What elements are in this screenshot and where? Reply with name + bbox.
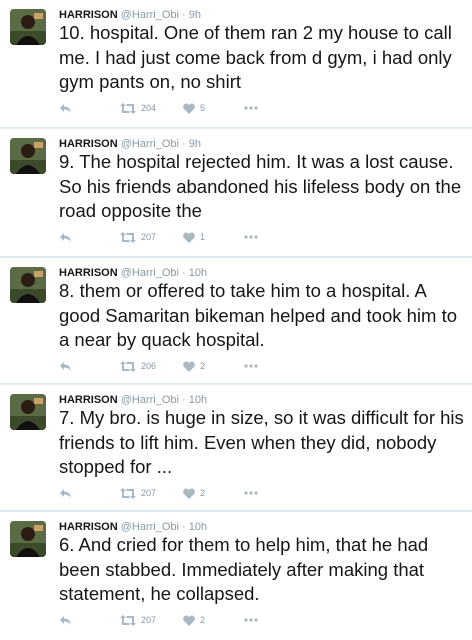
like-button[interactable]: 5 bbox=[183, 100, 205, 116]
timestamp[interactable]: 10h bbox=[189, 521, 207, 533]
tweet-actions: 204 5 bbox=[59, 100, 319, 116]
reply-icon bbox=[59, 488, 72, 499]
retweet-button[interactable]: 206 bbox=[120, 358, 156, 374]
avatar[interactable] bbox=[10, 267, 46, 303]
separator-dot: · bbox=[182, 138, 186, 150]
tweet-header: HARRISON @Harri_Obi · 10h bbox=[59, 266, 207, 280]
timestamp[interactable]: 10h bbox=[189, 267, 207, 279]
user-handle[interactable]: @Harri_Obi bbox=[121, 521, 179, 533]
display-name[interactable]: HARRISON bbox=[59, 267, 118, 279]
user-handle[interactable]: @Harri_Obi bbox=[121, 9, 179, 21]
tweet-header: HARRISON @Harri_Obi · 9h bbox=[59, 8, 201, 22]
more-icon bbox=[244, 364, 258, 368]
tweet[interactable]: HARRISON @Harri_Obi · 10h 8. them or off… bbox=[0, 258, 472, 384]
reply-button[interactable] bbox=[59, 358, 72, 374]
tweet-header: HARRISON @Harri_Obi · 10h bbox=[59, 520, 207, 534]
like-count: 2 bbox=[200, 361, 206, 371]
user-handle[interactable]: @Harri_Obi bbox=[121, 138, 179, 150]
like-button[interactable]: 2 bbox=[183, 612, 205, 628]
avatar[interactable] bbox=[10, 9, 46, 45]
more-button[interactable] bbox=[244, 229, 258, 245]
tweet-actions: 206 2 bbox=[59, 358, 319, 374]
retweet-count: 207 bbox=[141, 615, 157, 625]
retweet-button[interactable]: 207 bbox=[120, 612, 156, 628]
tweet-text: 9. The hospital rejected him. It was a l… bbox=[59, 151, 462, 221]
heart-icon bbox=[183, 231, 195, 243]
tweet[interactable]: HARRISON @Harri_Obi · 9h 10. hospital. O… bbox=[0, 0, 472, 128]
reply-icon bbox=[59, 232, 72, 243]
retweet-icon bbox=[120, 102, 136, 114]
user-handle[interactable]: @Harri_Obi bbox=[121, 267, 179, 279]
reply-button[interactable] bbox=[59, 485, 72, 501]
tweet-header: HARRISON @Harri_Obi · 9h bbox=[59, 137, 201, 151]
more-icon bbox=[244, 235, 258, 239]
tweet-actions: 207 2 bbox=[59, 485, 319, 501]
heart-icon bbox=[183, 102, 195, 114]
retweet-count: 207 bbox=[141, 488, 157, 498]
separator-dot: · bbox=[182, 394, 186, 406]
retweet-button[interactable]: 207 bbox=[120, 485, 156, 501]
retweet-icon bbox=[120, 614, 136, 626]
retweet-count: 207 bbox=[141, 232, 157, 242]
more-icon bbox=[244, 106, 258, 110]
reply-icon bbox=[59, 615, 72, 626]
like-button[interactable]: 2 bbox=[183, 485, 205, 501]
tweet-header: HARRISON @Harri_Obi · 10h bbox=[59, 393, 207, 407]
like-count: 2 bbox=[200, 488, 206, 498]
reply-button[interactable] bbox=[59, 612, 72, 628]
tweet-actions: 207 2 bbox=[59, 612, 319, 628]
tweet-text: 6. And cried for them to help him, that … bbox=[59, 534, 429, 604]
like-count: 5 bbox=[200, 103, 206, 113]
user-handle[interactable]: @Harri_Obi bbox=[121, 394, 179, 406]
more-button[interactable] bbox=[244, 358, 258, 374]
timestamp[interactable]: 9h bbox=[189, 9, 201, 21]
heart-icon bbox=[183, 614, 195, 626]
timestamp[interactable]: 10h bbox=[189, 394, 207, 406]
retweet-button[interactable]: 204 bbox=[120, 100, 156, 116]
separator-dot: · bbox=[182, 9, 186, 21]
display-name[interactable]: HARRISON bbox=[59, 521, 118, 533]
reply-icon bbox=[59, 103, 72, 114]
display-name[interactable]: HARRISON bbox=[59, 394, 118, 406]
heart-icon bbox=[183, 487, 195, 499]
tweet[interactable]: HARRISON @Harri_Obi · 9h 9. The hospital… bbox=[0, 129, 472, 257]
like-button[interactable]: 2 bbox=[183, 358, 205, 374]
tweet[interactable]: HARRISON @Harri_Obi · 10h 6. And cried f… bbox=[0, 512, 472, 640]
display-name[interactable]: HARRISON bbox=[59, 138, 118, 150]
more-button[interactable] bbox=[244, 485, 258, 501]
tweet-timeline: HARRISON @Harri_Obi · 9h 10. hospital. O… bbox=[0, 0, 472, 640]
like-count: 1 bbox=[200, 232, 206, 242]
more-icon bbox=[244, 491, 258, 495]
tweet-actions: 207 1 bbox=[59, 229, 319, 245]
avatar[interactable] bbox=[10, 138, 46, 174]
like-count: 2 bbox=[200, 615, 206, 625]
more-icon bbox=[244, 618, 258, 622]
retweet-count: 204 bbox=[141, 103, 157, 113]
tweet-text: 8. them or offered to take him to a hosp… bbox=[59, 280, 458, 350]
tweet[interactable]: HARRISON @Harri_Obi · 10h 7. My bro. is … bbox=[0, 385, 472, 511]
display-name[interactable]: HARRISON bbox=[59, 9, 118, 21]
like-button[interactable]: 1 bbox=[183, 229, 205, 245]
heart-icon bbox=[183, 360, 195, 372]
avatar[interactable] bbox=[10, 521, 46, 557]
retweet-icon bbox=[120, 487, 136, 499]
separator-dot: · bbox=[182, 521, 186, 533]
separator-dot: · bbox=[182, 267, 186, 279]
tweet-text: 7. My bro. is huge in size, so it was di… bbox=[59, 407, 464, 477]
more-button[interactable] bbox=[244, 100, 258, 116]
reply-button[interactable] bbox=[59, 100, 72, 116]
reply-button[interactable] bbox=[59, 229, 72, 245]
avatar[interactable] bbox=[10, 394, 46, 430]
tweet-text: 10. hospital. One of them ran 2 my house… bbox=[59, 22, 452, 92]
timestamp[interactable]: 9h bbox=[189, 138, 201, 150]
retweet-icon bbox=[120, 231, 136, 243]
reply-icon bbox=[59, 361, 72, 372]
retweet-button[interactable]: 207 bbox=[120, 229, 156, 245]
retweet-count: 206 bbox=[141, 361, 157, 371]
more-button[interactable] bbox=[244, 612, 258, 628]
retweet-icon bbox=[120, 360, 136, 372]
